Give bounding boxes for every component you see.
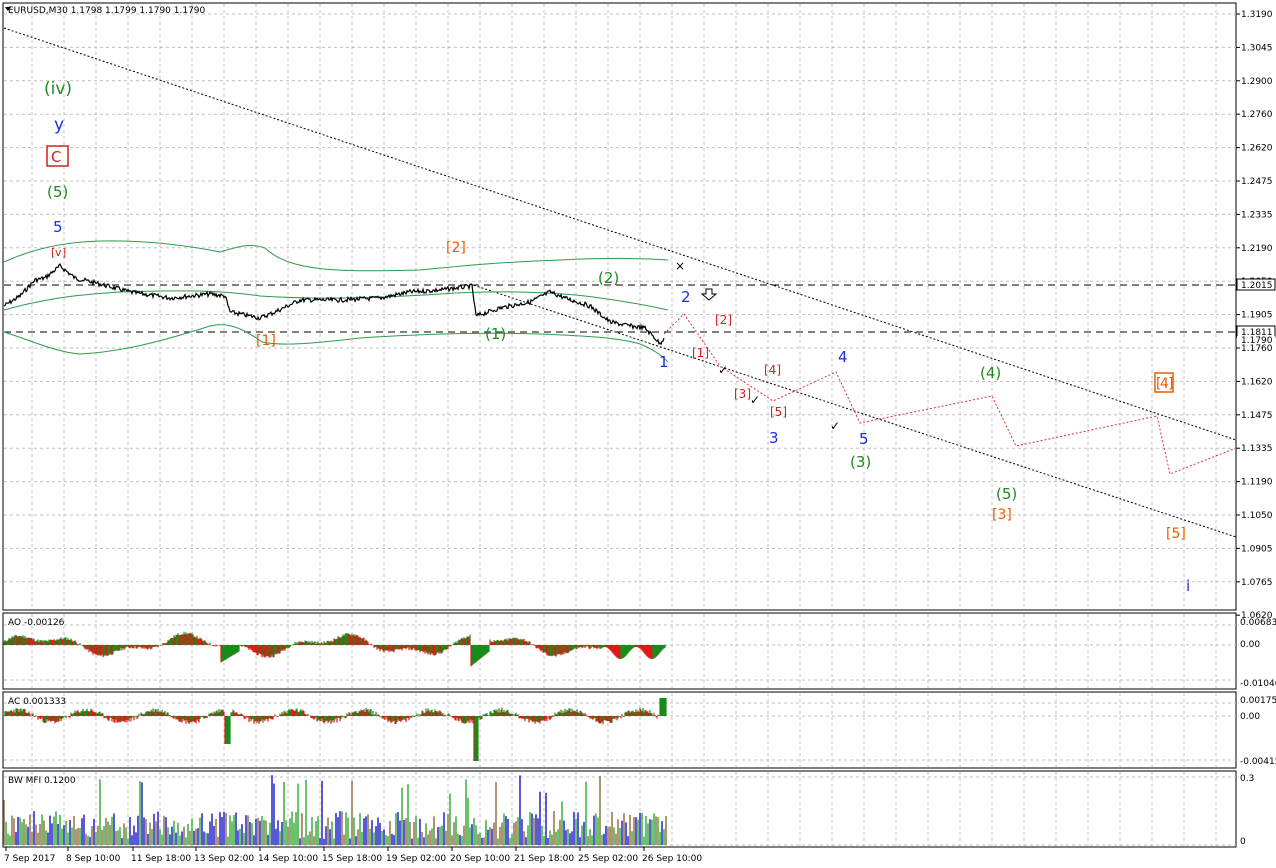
price-tick: 1.1620 (1241, 377, 1273, 387)
price-tag: 1.1790 (1237, 336, 1275, 346)
svg-text:1.2015: 1.2015 (1241, 281, 1273, 291)
ac-indicator-panel[interactable]: AC 0.001333 0.00175 0.00 -0.00415 (2, 691, 1276, 769)
time-tick: 8 Sep 10:00 (66, 854, 121, 864)
time-tick: 25 Sep 02:00 (578, 854, 638, 864)
ac-header: AC 0.001333 (8, 697, 66, 707)
price-tick: 1.2760 (1241, 110, 1273, 120)
wave-label: (5) (996, 485, 1017, 503)
wave-label: [4] (764, 363, 781, 377)
wave-label: [1] (256, 333, 276, 349)
mfi-tick: 0.3 (1240, 774, 1254, 784)
chart-window[interactable]: 1.3190 1.3045 1.2900 1.2760 1.2620 1.2475 1.23… (0, 0, 1276, 868)
time-tick: 13 Sep 02:00 (194, 854, 254, 864)
wave-label: [2] (715, 313, 732, 327)
check-mark-icon: ✓ (830, 419, 840, 433)
time-tick: 20 Sep 10:00 (450, 854, 510, 864)
main-panel-border (2, 2, 1237, 611)
wave-label: (1) (485, 325, 506, 343)
ao-tick: 0.00 (1240, 640, 1260, 650)
wave-label: 2 (681, 288, 691, 306)
time-tick: 19 Sep 02:00 (386, 854, 446, 864)
mfi-tick: 0 (1240, 837, 1246, 847)
wave-label: [3] (992, 507, 1012, 523)
wave-label: [3] (734, 387, 751, 401)
mfi-header: BW MFI 0.1200 (8, 776, 76, 786)
wave-label: y (54, 115, 64, 135)
time-tick: 7 Sep 2017 (4, 854, 55, 864)
price-tick: 1.2900 (1241, 77, 1273, 87)
price-tick: 1.0765 (1241, 578, 1273, 588)
wave-label-bracket: ] (62, 246, 66, 259)
wave-label: (2) (598, 269, 619, 287)
wave-label: [1] (692, 346, 709, 360)
cross-marker-icon: × (675, 259, 685, 273)
time-tick: 26 Sep 10:00 (642, 854, 702, 864)
price-tick: 1.3190 (1241, 10, 1273, 20)
wave-label: 3 (769, 429, 779, 447)
wave-label: i (1186, 577, 1190, 595)
wave-label: (4) (980, 364, 1001, 382)
price-tick: 1.2190 (1241, 244, 1273, 254)
wave-label: 5 (53, 218, 63, 236)
wave-label: [5] (1166, 526, 1186, 542)
wave-label: 5 (859, 430, 869, 448)
price-tick: 1.2335 (1241, 210, 1273, 220)
wave-label: (5) (47, 183, 68, 201)
symbol-header: EURUSD,M30 1.1798 1.1799 1.1790 1.1790 (8, 6, 206, 16)
time-tick: 21 Sep 18:00 (514, 854, 574, 864)
wave-label-bracket: ] (1168, 376, 1173, 392)
ac-tick: 0.00 (1240, 712, 1260, 722)
ac-tick: 0.00175 (1240, 696, 1276, 706)
check-mark-icon: ✓ (750, 393, 760, 407)
ac-panel-border (2, 691, 1237, 769)
time-tick: 15 Sep 18:00 (322, 854, 382, 864)
wave-label: (iv) (44, 79, 72, 99)
time-tick: 14 Sep 10:00 (258, 854, 318, 864)
price-tick: 1.1190 (1241, 478, 1273, 488)
mfi-indicator-panel[interactable]: BW MFI 0.1200 0.3 0 (2, 770, 1254, 848)
price-tick: 1.0905 (1241, 544, 1273, 554)
ao-tick: 0.00683 (1240, 618, 1276, 628)
price-axis: 1.3190 1.3045 1.2900 1.2760 1.2620 1.2475 1.23… (1236, 10, 1273, 621)
time-axis: 7 Sep 2017 8 Sep 10:00 11 Sep 18:00 13 Sep … (4, 847, 702, 864)
wave-label: [5] (770, 405, 787, 419)
ao-header: AO -0.00126 (8, 618, 65, 628)
wave-label: (3) (850, 453, 871, 471)
check-mark-icon: ✓ (718, 363, 728, 377)
price-tick: 1.2475 (1241, 177, 1273, 187)
price-tick: 1.2620 (1241, 144, 1273, 154)
price-tick: 1.1050 (1241, 511, 1273, 521)
price-tick: 1.1475 (1241, 411, 1273, 421)
ac-tick: -0.00415 (1240, 757, 1276, 767)
wave-label: v (55, 246, 62, 259)
svg-text:1.1790: 1.1790 (1241, 336, 1273, 346)
ao-tick: -0.01046 (1240, 679, 1276, 689)
price-tag: 1.2015 (1236, 278, 1276, 291)
main-price-panel[interactable]: 1.3190 1.3045 1.2900 1.2760 1.2620 1.2475 1.23… (2, 2, 1276, 621)
price-tick: 1.3045 (1241, 43, 1273, 53)
wave-label: [2] (446, 240, 466, 256)
ao-indicator-panel[interactable]: AO -0.00126 0.00683 0.00 -0.01046 (2, 612, 1276, 690)
time-tick: 11 Sep 18:00 (131, 854, 191, 864)
wave-label: 1 (659, 353, 669, 371)
price-tick: 1.1905 (1241, 311, 1273, 321)
wave-label: C (51, 148, 61, 166)
price-tick: 1.1335 (1241, 444, 1273, 454)
wave-label: 4 (838, 348, 848, 366)
